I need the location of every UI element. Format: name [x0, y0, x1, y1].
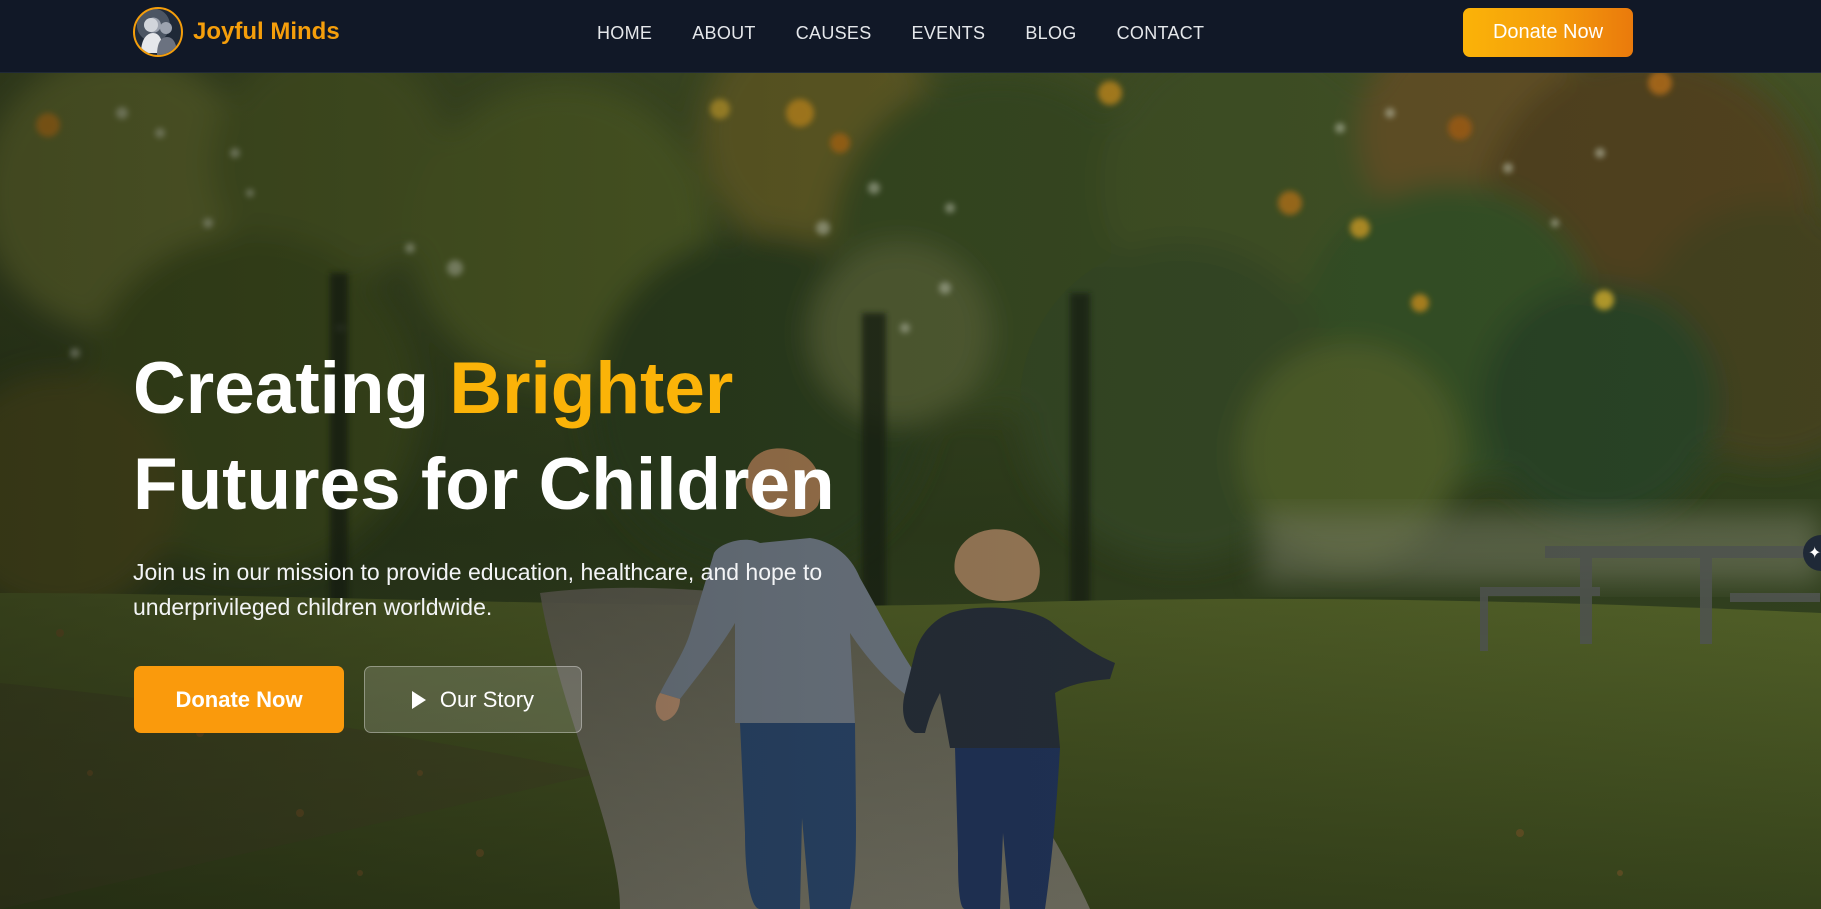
brand-logo[interactable]: Joyful Minds	[133, 7, 340, 57]
our-story-label: Our Story	[439, 686, 535, 712]
hero-section: Creating Brighter Futures for Children J…	[0, 73, 1821, 909]
hero-donate-button[interactable]: Donate Now	[134, 666, 344, 733]
brand-name: Joyful Minds	[193, 18, 340, 45]
hero-title-tail: Futures for Children	[133, 444, 835, 525]
hero-title-accent: Brighter	[449, 348, 734, 429]
main-nav: HOME ABOUT CAUSES EVENTS BLOG CONTACT	[597, 0, 1204, 66]
site-header: Joyful Minds HOME ABOUT CAUSES EVENTS BL…	[0, 0, 1821, 73]
header-donate-button[interactable]: Donate Now	[1463, 8, 1633, 57]
nav-contact[interactable]: CONTACT	[1117, 23, 1205, 44]
nav-causes[interactable]: CAUSES	[796, 23, 872, 44]
play-icon	[411, 690, 426, 709]
logo-avatar-icon	[133, 7, 183, 57]
nav-about[interactable]: ABOUT	[692, 23, 756, 44]
hero-title: Creating Brighter Futures for Children	[133, 341, 1033, 533]
hero-title-lead: Creating	[133, 348, 450, 429]
our-story-button[interactable]: Our Story	[364, 666, 582, 733]
nav-blog[interactable]: BLOG	[1025, 23, 1076, 44]
nav-home[interactable]: HOME	[597, 23, 652, 44]
nav-events[interactable]: EVENTS	[912, 23, 986, 44]
hero-subtitle: Join us in our mission to provide educat…	[133, 559, 823, 620]
